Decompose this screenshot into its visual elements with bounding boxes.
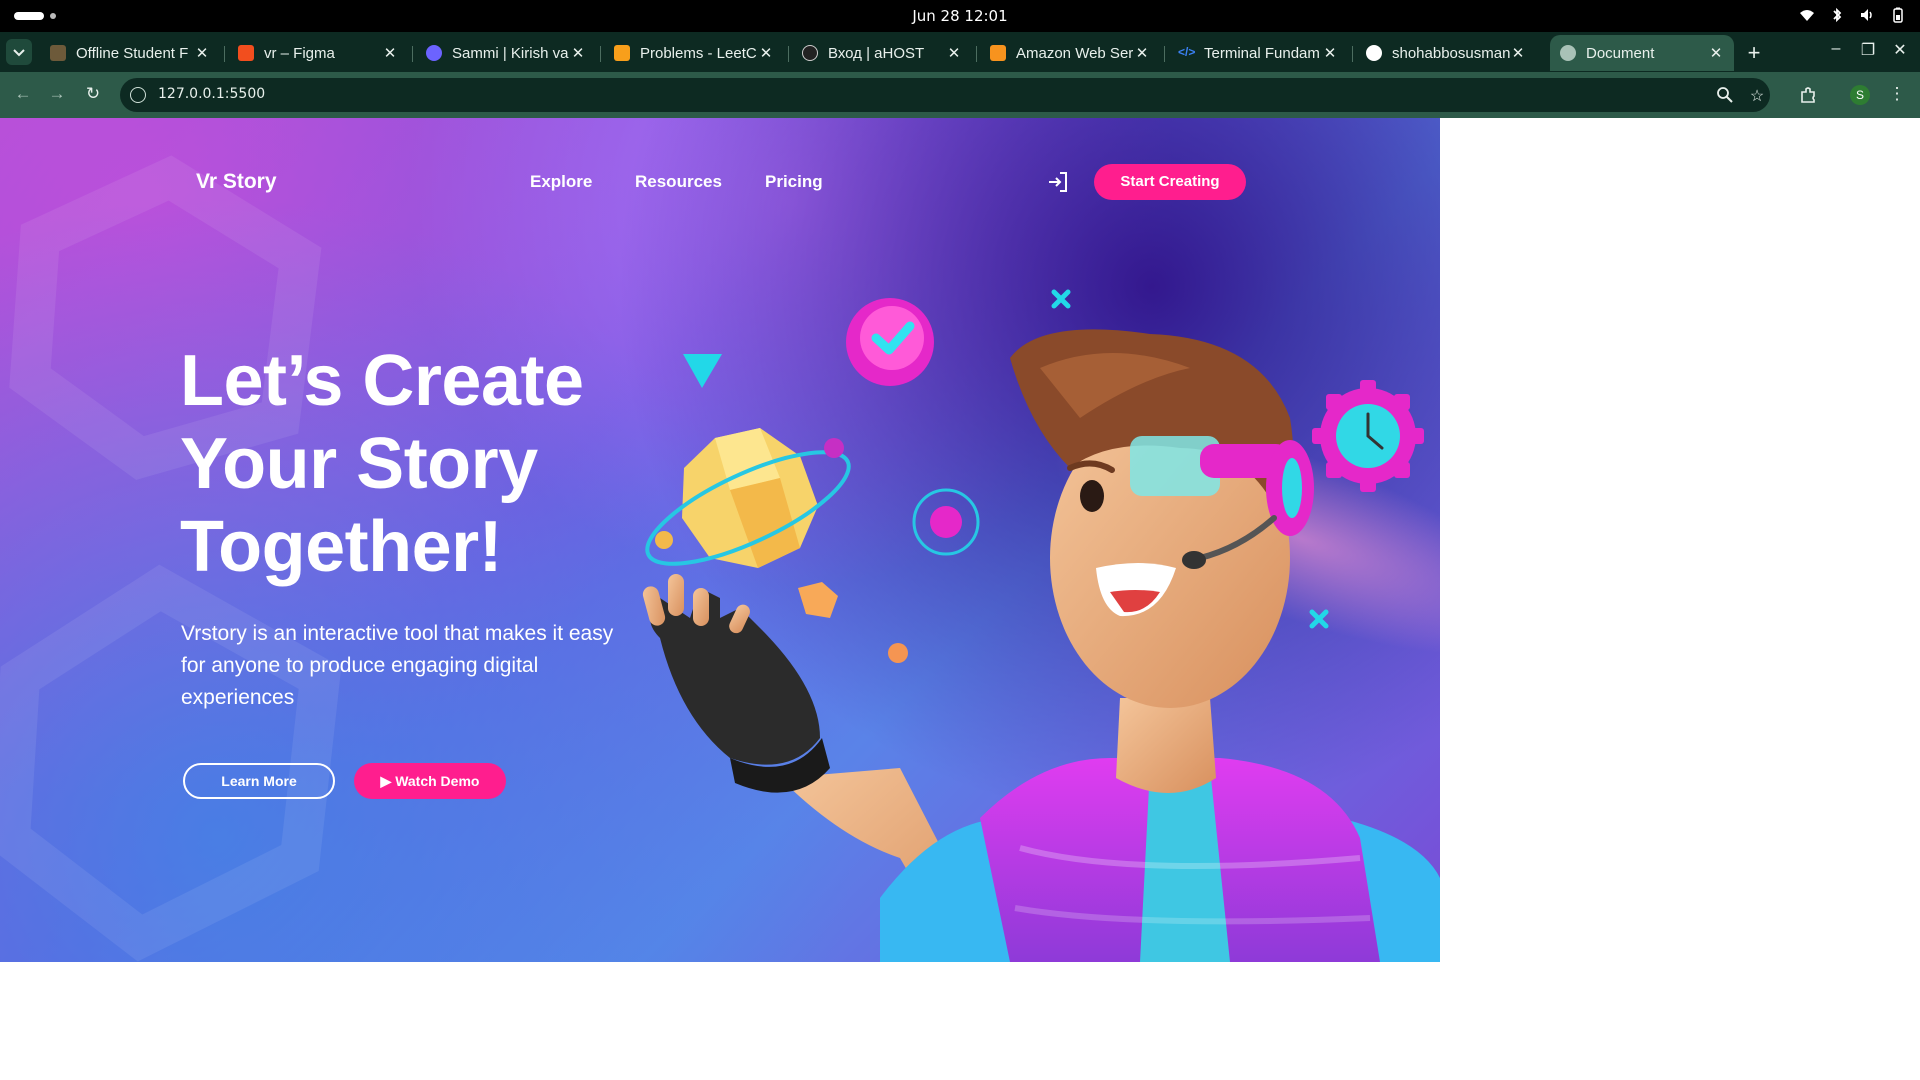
bluetooth-icon	[1833, 7, 1842, 23]
profile-avatar[interactable]: S	[1850, 85, 1870, 105]
close-icon[interactable]: ✕	[570, 44, 586, 62]
tab-6[interactable]: </> Terminal Fundam ✕	[1168, 35, 1348, 71]
figma-icon	[238, 45, 254, 61]
tab-title: Offline Student F	[76, 44, 189, 62]
close-icon[interactable]: ✕	[1322, 44, 1338, 62]
extensions-icon[interactable]	[1797, 84, 1819, 106]
new-tab-button[interactable]: +	[1742, 40, 1766, 66]
tab-search-button[interactable]	[6, 39, 32, 65]
browser-toolbar: ← → ↻ 127.0.0.1:5500 ☆ S ⋮	[0, 72, 1920, 118]
ahost-icon	[802, 45, 818, 61]
close-icon[interactable]: ✕	[946, 44, 962, 62]
login-icon[interactable]	[1046, 170, 1070, 194]
back-arrow-icon[interactable]: ←	[12, 84, 34, 106]
tab-title: shohabbosusman	[1392, 44, 1510, 62]
os-top-bar: Jun 28 12:01	[0, 0, 1920, 32]
tab-title: vr – Figma	[264, 44, 335, 62]
address-bar[interactable]: 127.0.0.1:5500 ☆	[120, 78, 1770, 112]
minimize-icon[interactable]: –	[1826, 40, 1846, 60]
forward-arrow-icon[interactable]: →	[46, 84, 68, 106]
volume-icon	[1861, 9, 1872, 21]
hero-title-line: Together!	[180, 507, 503, 587]
nav-resources[interactable]: Resources	[635, 172, 722, 192]
tab-4[interactable]: Вход | aHOST ✕	[792, 35, 972, 71]
tab-favicon-icon	[50, 45, 66, 61]
os-clock[interactable]: Jun 28 12:01	[0, 7, 1920, 25]
battery-icon	[1893, 7, 1903, 23]
tab-title: Problems - LeetC	[640, 44, 757, 62]
close-icon[interactable]: ✕	[194, 44, 210, 62]
close-icon[interactable]: ✕	[1134, 44, 1150, 62]
bookmark-star-icon[interactable]: ☆	[1748, 86, 1766, 105]
hero-subtitle: Vrstory is an interactive tool that make…	[181, 622, 614, 709]
tab-2[interactable]: Sammi | Kirish va ✕	[416, 35, 596, 71]
start-creating-button[interactable]: Start Creating	[1094, 164, 1246, 200]
close-icon[interactable]: ✕	[1708, 44, 1724, 62]
check-badge-icon	[846, 298, 934, 386]
close-icon[interactable]: ✕	[1510, 44, 1526, 62]
course-icon	[426, 45, 442, 61]
nav-pricing[interactable]: Pricing	[765, 172, 823, 192]
restore-icon[interactable]: ❐	[1858, 40, 1878, 60]
nav-explore[interactable]: Explore	[530, 172, 592, 192]
tab-8-active[interactable]: Document ✕	[1550, 35, 1734, 71]
globe-icon	[1560, 45, 1576, 61]
more-menu-icon[interactable]: ⋮	[1886, 84, 1908, 106]
planet-icon	[645, 428, 851, 568]
tab-title: Sammi | Kirish va	[452, 44, 569, 62]
system-tray[interactable]	[1798, 6, 1906, 24]
close-icon[interactable]: ✕	[758, 44, 774, 62]
webpage: Vr Story Explore Resources Pricing Start…	[0, 118, 1440, 962]
hero-title-line: Let’s Create	[180, 341, 584, 421]
close-icon[interactable]: ✕	[382, 44, 398, 62]
tab-5[interactable]: Amazon Web Ser ✕	[980, 35, 1160, 71]
tab-1[interactable]: vr – Figma ✕	[228, 35, 408, 71]
tab-0[interactable]: Offline Student F ✕	[40, 35, 220, 71]
tab-title: Document	[1586, 44, 1655, 62]
window-close-icon[interactable]: ✕	[1890, 40, 1910, 60]
watch-demo-button[interactable]: ▶ Watch Demo	[354, 763, 506, 799]
brand-logo[interactable]: Vr Story	[196, 170, 277, 194]
url-text[interactable]: 127.0.0.1:5500	[158, 86, 265, 102]
hero-title-line: Your Story	[180, 424, 538, 504]
zoom-icon[interactable]	[1716, 86, 1734, 104]
hero-title: Let’s Create Your Story Together!	[180, 340, 640, 589]
tab-strip: Offline Student F ✕ vr – Figma ✕ Sammi |…	[0, 32, 1920, 72]
tab-title: Amazon Web Ser	[1016, 44, 1134, 62]
site-info-icon[interactable]	[130, 87, 146, 103]
aws-icon	[990, 45, 1006, 61]
github-icon	[1366, 45, 1382, 61]
code-icon: </>	[1178, 45, 1196, 59]
reload-icon[interactable]: ↻	[82, 84, 104, 106]
learn-more-button[interactable]: Learn More	[183, 763, 335, 799]
tab-7[interactable]: shohabbosusman ✕	[1356, 35, 1536, 71]
chevron-down-icon	[13, 49, 25, 57]
tab-3[interactable]: Problems - LeetC ✕	[604, 35, 784, 71]
wifi-icon	[1800, 10, 1814, 21]
tab-title: Terminal Fundam	[1204, 44, 1320, 62]
leetcode-icon	[614, 45, 630, 61]
triangle-shape	[683, 354, 722, 388]
clock-gear-icon	[1312, 380, 1424, 492]
tab-title: Вход | aHOST	[828, 44, 925, 62]
